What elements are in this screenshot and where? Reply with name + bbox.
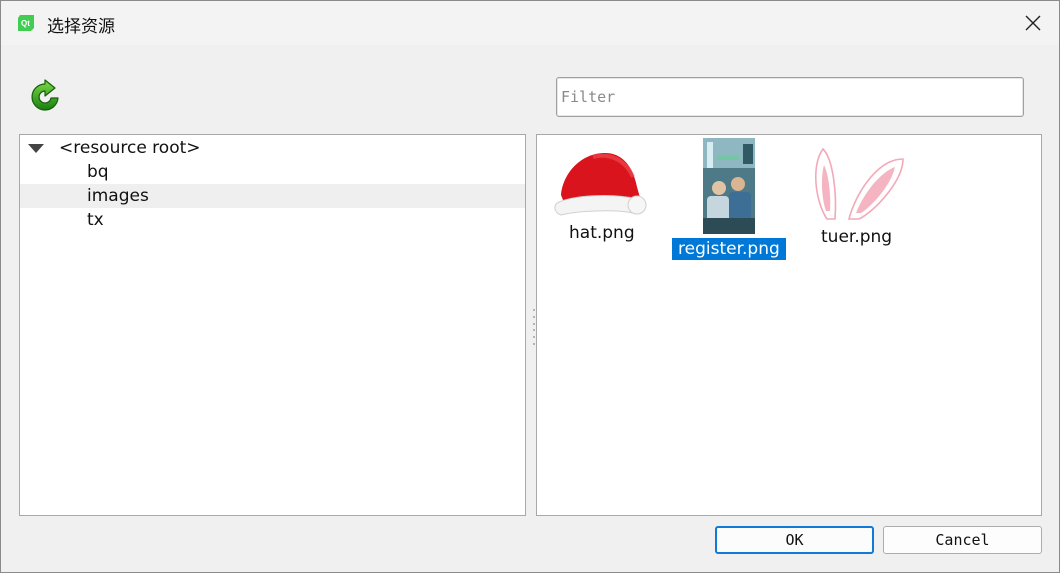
expand-arrow-icon[interactable] [28, 144, 44, 153]
file-name-label: register.png [672, 238, 786, 260]
close-button[interactable] [1015, 8, 1051, 38]
tree-item-bq[interactable]: bq [20, 160, 525, 184]
file-name-label: tuer.png [821, 227, 893, 247]
svg-text:Qt: Qt [21, 19, 30, 28]
refresh-icon [31, 79, 59, 111]
title-bar: Qt 选择资源 [1, 1, 1059, 45]
refresh-button[interactable] [27, 79, 63, 115]
resource-dialog: Qt 选择资源 <resource root> bq [0, 0, 1060, 573]
filter-input[interactable] [556, 77, 1024, 117]
qt-app-icon: Qt [18, 15, 34, 31]
file-list[interactable]: hat.png register.png tuer.png [536, 134, 1042, 516]
tree-item-tx[interactable]: tx [20, 208, 525, 232]
file-name-label: hat.png [569, 223, 635, 243]
resource-tree[interactable]: <resource root> bq images tx [19, 134, 526, 516]
file-item-register[interactable]: register.png [671, 137, 787, 263]
file-item-tuer[interactable]: tuer.png [805, 141, 911, 255]
cancel-button[interactable]: Cancel [883, 526, 1042, 554]
photo-thumbnail [703, 138, 755, 234]
ok-button[interactable]: OK [715, 526, 874, 554]
tree-item-label: tx [87, 210, 104, 230]
tree-item-images[interactable]: images [20, 184, 525, 208]
file-item-hat[interactable]: hat.png [551, 141, 651, 251]
close-icon [1025, 15, 1041, 31]
tree-item-resource-root[interactable]: <resource root> [20, 136, 525, 160]
tree-item-label: bq [87, 162, 109, 182]
window-title: 选择资源 [47, 17, 115, 37]
tree-item-label: images [87, 186, 149, 206]
tree-item-label: <resource root> [59, 138, 201, 158]
santa-hat-thumbnail [554, 153, 647, 216]
bunny-ears-thumbnail [814, 147, 904, 220]
